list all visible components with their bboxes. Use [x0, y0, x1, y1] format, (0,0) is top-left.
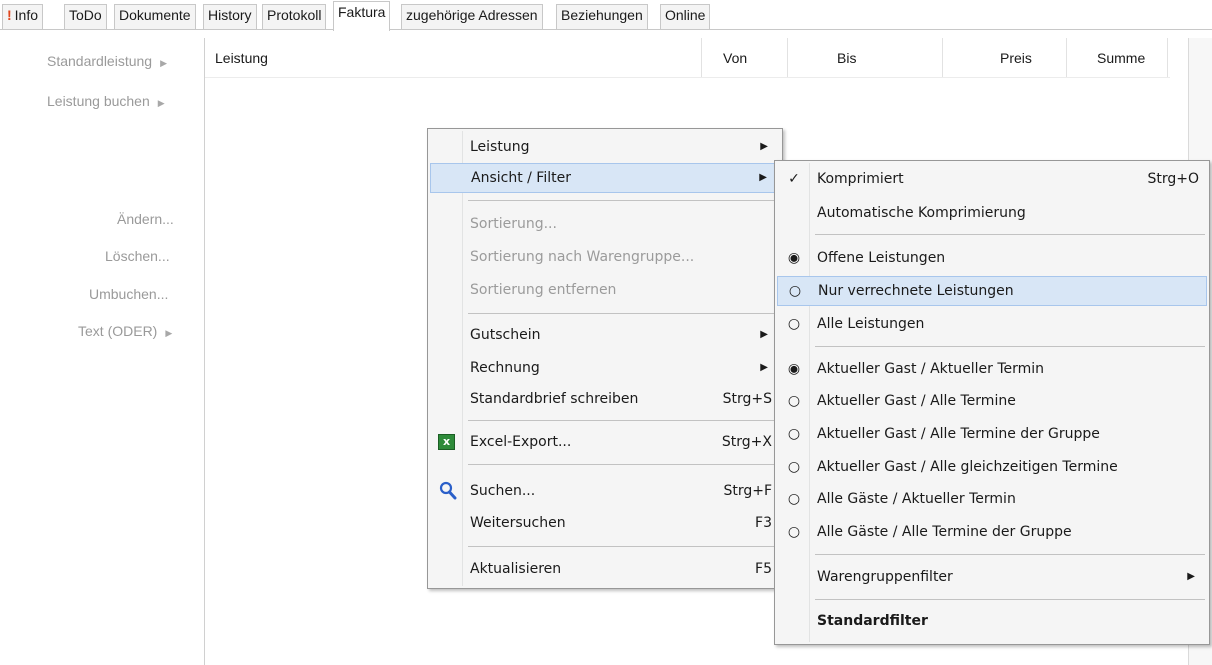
magnifier-icon: [439, 481, 457, 500]
menu-item-alle-gaeste-termin[interactable]: ○ Alle Gäste / Aktueller Termin: [777, 484, 1207, 514]
column-summe[interactable]: Summe: [1097, 50, 1145, 66]
submenu-arrow-icon: ▶: [760, 141, 768, 152]
cmd-umbuchen[interactable]: Umbuchen...: [89, 286, 168, 302]
grid-header: Leistung Von Bis Preis Summe: [205, 38, 1170, 78]
tab-history[interactable]: History: [203, 4, 257, 30]
column-leistung[interactable]: Leistung: [215, 50, 268, 66]
menu-item-sortierung[interactable]: Sortierung...: [430, 209, 780, 239]
menu-item-excel-export[interactable]: x Excel-Export... Strg+X: [430, 427, 780, 457]
menu-item-alle-leistungen[interactable]: ○ Alle Leistungen: [777, 309, 1207, 339]
cmd-text-oder[interactable]: Text (ODER) ▶: [78, 323, 172, 339]
menu-item-weitersuchen[interactable]: Weitersuchen F3: [430, 508, 780, 538]
panel-divider: [204, 38, 205, 665]
column-separator[interactable]: [942, 38, 943, 78]
column-separator[interactable]: [701, 38, 702, 78]
menu-item-nur-verrechnete[interactable]: ○ Nur verrechnete Leistungen: [777, 276, 1207, 306]
tab-strip-divider: [0, 29, 1212, 30]
menu-item-ansicht-filter[interactable]: Ansicht / Filter ▶: [430, 163, 780, 193]
menu-item-gast-alle-termine-gruppe[interactable]: ○ Aktueller Gast / Alle Termine der Grupp…: [777, 419, 1207, 449]
menu-item-aktualisieren[interactable]: Aktualisieren F5: [430, 554, 780, 584]
tab-online[interactable]: Online: [660, 4, 711, 30]
tab-todo[interactable]: ToDo: [64, 4, 107, 30]
menu-item-auto-komprimierung[interactable]: Automatische Komprimierung: [777, 198, 1207, 228]
radio-empty-icon: ○: [787, 426, 801, 442]
radio-selected-icon: ◉: [787, 361, 801, 377]
menu-item-suchen[interactable]: Suchen... Strg+F: [430, 476, 780, 506]
tab-dokumente[interactable]: Dokumente: [114, 4, 196, 30]
column-separator[interactable]: [1167, 38, 1168, 78]
radio-empty-icon: ○: [787, 393, 801, 409]
submenu-arrow-icon: ▶: [760, 362, 768, 373]
menu-item-sortierung-warengruppe[interactable]: Sortierung nach Warengruppe...: [430, 242, 780, 272]
column-separator[interactable]: [787, 38, 788, 78]
filter-submenu: ✓ Komprimiert Strg+O Automatische Komprimi…: [774, 160, 1210, 645]
cmd-standardleistung[interactable]: Standardleistung ▶: [47, 53, 167, 69]
menu-item-warengruppenfilter[interactable]: Warengruppenfilter ▶: [777, 562, 1207, 592]
submenu-arrow-icon: ▶: [760, 329, 768, 340]
command-panel: Standardleistung ▶ Leistung buchen ▶ Änder…: [0, 38, 204, 665]
chevron-right-icon: ▶: [165, 328, 173, 338]
column-bis[interactable]: Bis: [837, 50, 856, 66]
chevron-right-icon: ▶: [157, 98, 165, 108]
tab-faktura[interactable]: Faktura: [333, 1, 391, 31]
menu-item-sortierung-entfernen[interactable]: Sortierung entfernen: [430, 275, 780, 305]
context-menu: Leistung ▶ Ansicht / Filter ▶ Sortierung..…: [427, 128, 783, 589]
cmd-aendern[interactable]: Ändern...: [117, 211, 174, 227]
radio-empty-icon: ○: [787, 491, 801, 507]
menu-item-leistung[interactable]: Leistung ▶: [430, 132, 780, 162]
menu-item-komprimiert[interactable]: ✓ Komprimiert Strg+O: [777, 164, 1207, 194]
menu-item-standardfilter[interactable]: Standardfilter: [777, 606, 1207, 636]
tab-beziehungen[interactable]: Beziehungen: [556, 4, 648, 30]
cmd-leistung-buchen[interactable]: Leistung buchen ▶: [47, 93, 165, 109]
cmd-loeschen[interactable]: Löschen...: [105, 248, 170, 264]
exclamation-icon: !: [7, 7, 12, 23]
checkmark-icon: ✓: [788, 171, 800, 187]
tab-strip: ! Info ToDo Dokumente History Protokoll F…: [0, 0, 1212, 31]
menu-item-gast-gleichzeitig[interactable]: ○ Aktueller Gast / Alle gleichzeitigen Te…: [777, 452, 1207, 482]
radio-empty-icon: ○: [788, 283, 802, 299]
radio-empty-icon: ○: [787, 459, 801, 475]
menu-item-rechnung[interactable]: Rechnung ▶: [430, 353, 780, 383]
column-von[interactable]: Von: [723, 50, 747, 66]
radio-empty-icon: ○: [787, 524, 801, 540]
menu-item-gutschein[interactable]: Gutschein ▶: [430, 320, 780, 350]
tab-info[interactable]: ! Info: [2, 4, 44, 30]
excel-icon: x: [438, 434, 455, 450]
column-separator[interactable]: [1066, 38, 1067, 78]
tab-zugehoerige-adressen[interactable]: zugehörige Adressen: [401, 4, 543, 30]
column-preis[interactable]: Preis: [1000, 50, 1032, 66]
menu-item-offene-leistungen[interactable]: ◉ Offene Leistungen: [777, 243, 1207, 273]
menu-item-standardbrief[interactable]: Standardbrief schreiben Strg+S: [430, 384, 780, 414]
tab-protokoll[interactable]: Protokoll: [262, 4, 327, 30]
menu-item-gast-termin[interactable]: ◉ Aktueller Gast / Aktueller Termin: [777, 354, 1207, 384]
radio-selected-icon: ◉: [787, 250, 801, 266]
submenu-arrow-icon: ▶: [1187, 571, 1195, 582]
menu-item-alle-gaeste-gruppe[interactable]: ○ Alle Gäste / Alle Termine der Gruppe: [777, 517, 1207, 547]
chevron-right-icon: ▶: [160, 58, 167, 68]
submenu-arrow-icon: ▶: [759, 172, 767, 183]
radio-empty-icon: ○: [787, 316, 801, 332]
menu-item-gast-alle-termine[interactable]: ○ Aktueller Gast / Alle Termine: [777, 386, 1207, 416]
